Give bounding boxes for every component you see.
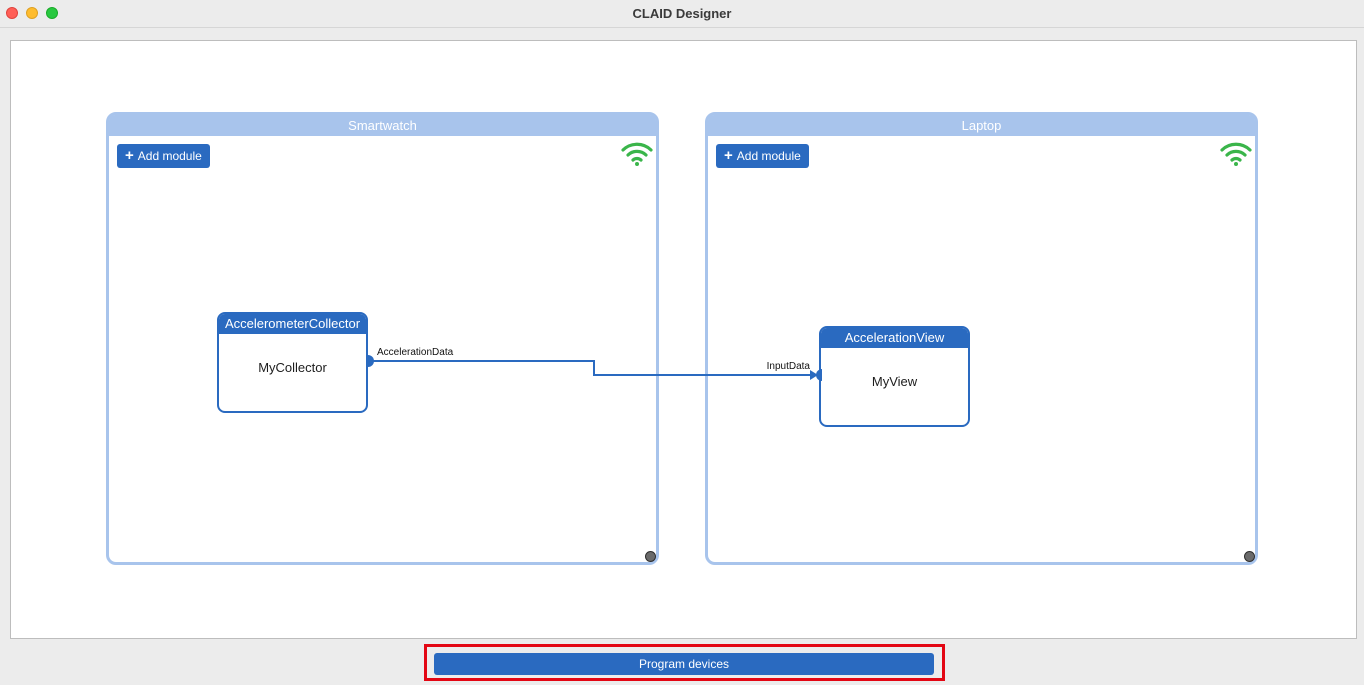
program-devices-button[interactable]: Program devices — [434, 653, 934, 675]
window-title: CLAID Designer — [632, 6, 732, 21]
module-accelerometer-collector[interactable]: AccelerometerCollector MyCollector — [217, 312, 368, 413]
add-module-label: Add module — [137, 149, 202, 163]
add-module-button[interactable]: + Add module — [117, 144, 210, 168]
device-header[interactable]: Laptop — [708, 115, 1255, 136]
module-name: MyView — [871, 374, 918, 389]
module-name: MyCollector — [258, 360, 327, 375]
plus-icon: + — [125, 147, 134, 164]
plus-icon: + — [724, 147, 733, 164]
resize-handle[interactable] — [1244, 551, 1255, 562]
resize-handle[interactable] — [645, 551, 656, 562]
wifi-icon — [621, 142, 653, 166]
wifi-icon — [1220, 142, 1252, 166]
module-type: AccelerationView — [821, 328, 968, 348]
module-type: AccelerometerCollector — [219, 314, 366, 334]
add-module-label: Add module — [736, 149, 801, 163]
design-canvas[interactable]: Smartwatch + Add module Laptop + Add modul… — [10, 40, 1357, 639]
title-bar: CLAID Designer — [0, 0, 1364, 28]
device-laptop[interactable]: Laptop + Add module — [705, 112, 1258, 565]
device-smartwatch[interactable]: Smartwatch + Add module — [106, 112, 659, 565]
add-module-button[interactable]: + Add module — [716, 144, 809, 168]
device-header[interactable]: Smartwatch — [109, 115, 656, 136]
module-acceleration-view[interactable]: AccelerationView MyView — [819, 326, 970, 427]
